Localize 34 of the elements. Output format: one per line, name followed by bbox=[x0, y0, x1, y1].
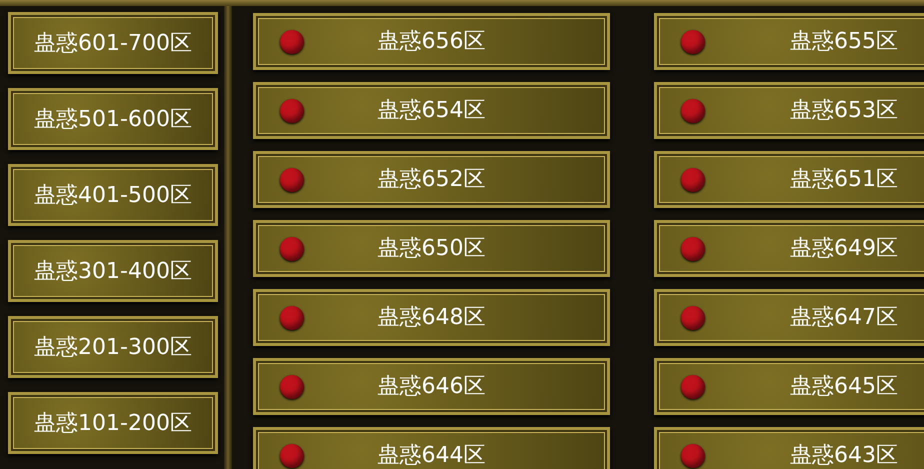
server-button[interactable]: 蛊惑650区 bbox=[253, 220, 610, 277]
server-name: 蛊惑652区 bbox=[378, 166, 486, 194]
server-name: 蛊惑647区 bbox=[790, 304, 898, 332]
server-button[interactable]: 蛊惑652区 bbox=[253, 151, 610, 208]
server-button[interactable]: 蛊惑646区 bbox=[253, 358, 610, 415]
server-button[interactable]: 蛊惑649区 bbox=[654, 220, 924, 277]
server-name: 蛊惑651区 bbox=[790, 166, 898, 194]
server-button[interactable]: 蛊惑643区 bbox=[654, 427, 924, 469]
server-group-button[interactable]: 蛊惑201-300区 bbox=[8, 316, 218, 378]
server-button[interactable]: 蛊惑651区 bbox=[654, 151, 924, 208]
server-button[interactable]: 蛊惑655区 bbox=[654, 13, 924, 70]
server-name: 蛊惑645区 bbox=[790, 373, 898, 401]
server-name: 蛊惑653区 bbox=[790, 97, 898, 125]
server-group-button[interactable]: 蛊惑301-400区 bbox=[8, 240, 218, 302]
server-button[interactable]: 蛊惑648区 bbox=[253, 289, 610, 346]
server-group-button[interactable]: 蛊惑401-500区 bbox=[8, 164, 218, 226]
server-group-button[interactable]: 蛊惑601-700区 bbox=[8, 12, 218, 74]
server-name: 蛊惑648区 bbox=[378, 304, 486, 332]
server-name: 蛊惑654区 bbox=[378, 97, 486, 125]
server-name: 蛊惑655区 bbox=[790, 28, 898, 56]
server-button[interactable]: 蛊惑644区 bbox=[253, 427, 610, 469]
server-button[interactable]: 蛊惑645区 bbox=[654, 358, 924, 415]
server-name: 蛊惑643区 bbox=[790, 442, 898, 469]
server-name: 蛊惑649区 bbox=[790, 235, 898, 263]
server-group-button[interactable]: 蛊惑101-200区 bbox=[8, 392, 218, 454]
server-button[interactable]: 蛊惑656区 bbox=[253, 13, 610, 70]
server-name: 蛊惑646区 bbox=[378, 373, 486, 401]
server-group-button[interactable]: 蛊惑501-600区 bbox=[8, 88, 218, 150]
server-name: 蛊惑644区 bbox=[378, 442, 486, 469]
server-name: 蛊惑656区 bbox=[378, 28, 486, 56]
server-button[interactable]: 蛊惑653区 bbox=[654, 82, 924, 139]
server-button[interactable]: 蛊惑647区 bbox=[654, 289, 924, 346]
server-name: 蛊惑650区 bbox=[378, 235, 486, 263]
server-button[interactable]: 蛊惑654区 bbox=[253, 82, 610, 139]
